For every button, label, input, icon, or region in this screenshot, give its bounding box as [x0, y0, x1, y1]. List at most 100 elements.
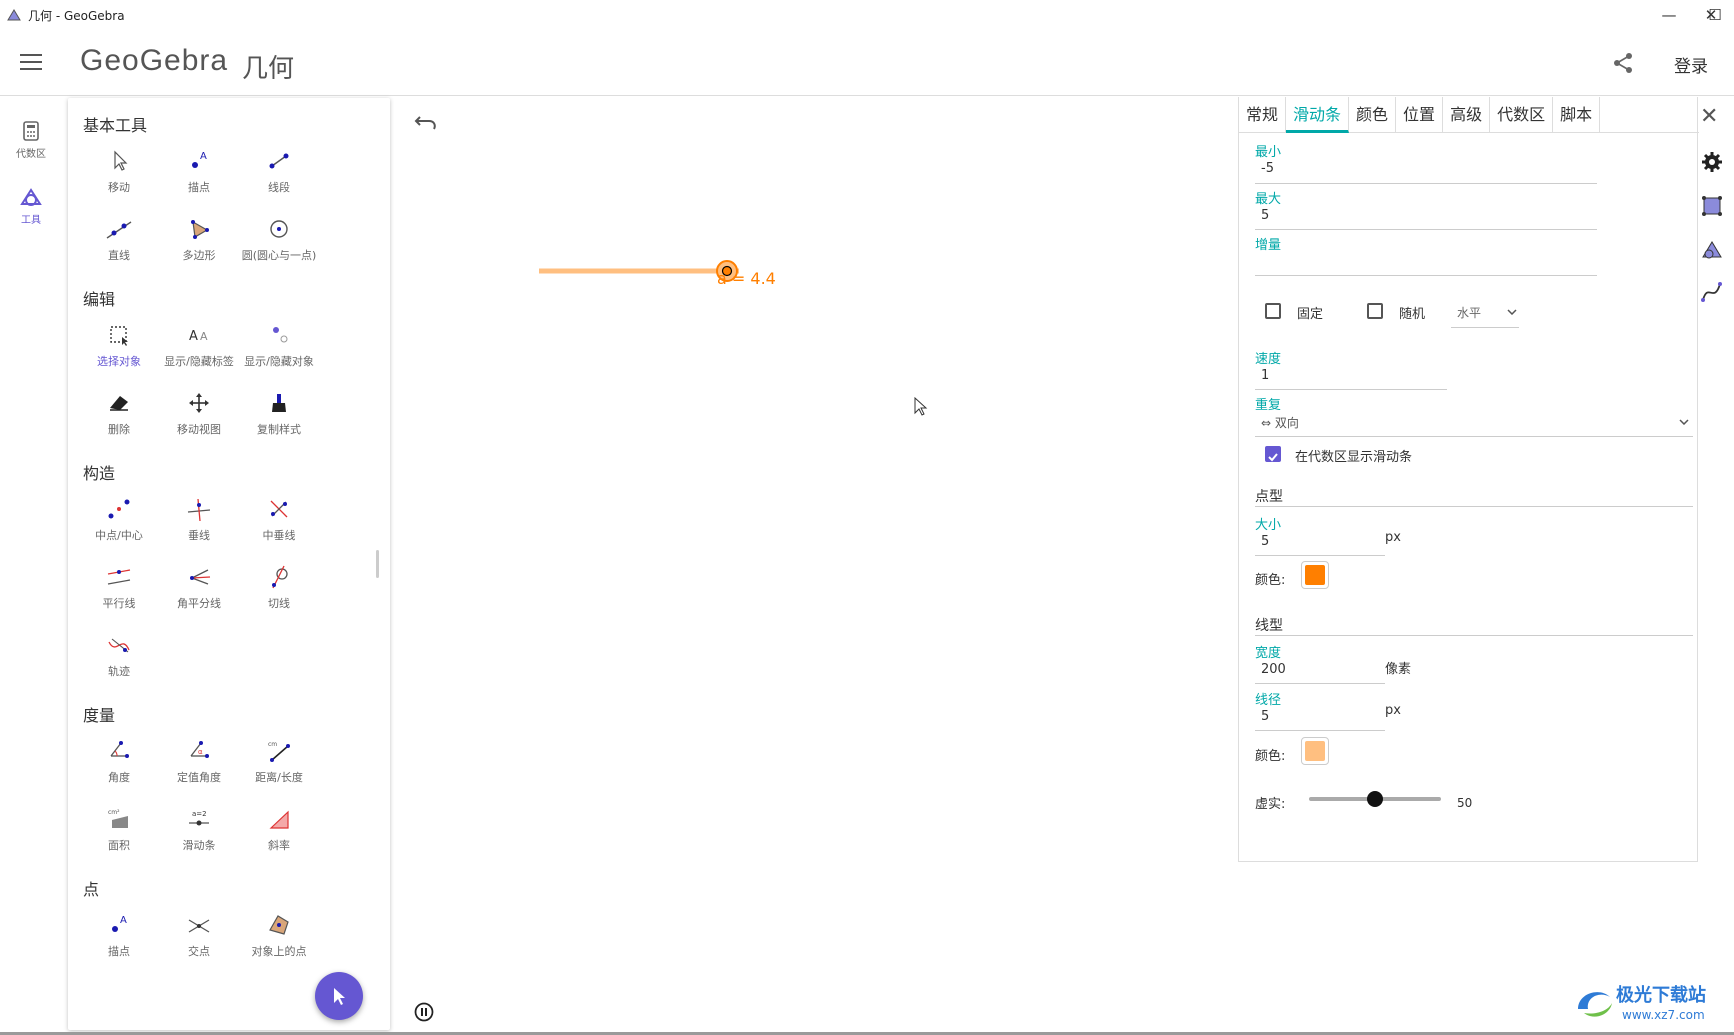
rail-tools[interactable]: 工具 — [0, 187, 62, 226]
graphics-view[interactable]: a = 4.4 — [394, 97, 1237, 1032]
point-color-fill — [1305, 565, 1325, 585]
min-input[interactable]: -5 — [1261, 161, 1274, 176]
tool-label: 描点 — [188, 181, 210, 194]
opacity-slider-thumb[interactable] — [1367, 791, 1383, 807]
rail-algebra[interactable]: 代数区 — [0, 121, 62, 160]
graphics-view-icon[interactable] — [1700, 194, 1724, 218]
tool-polygon[interactable]: 多边形 — [158, 214, 240, 263]
function-curve-icon[interactable] — [1700, 280, 1724, 304]
repeat-label: 重复 — [1255, 398, 1282, 413]
tool-label: 直线 — [108, 249, 130, 262]
close-window-button[interactable]: ✕ — [1688, 0, 1734, 30]
svg-text:A: A — [200, 330, 208, 343]
point-color-label: 颜色: — [1255, 573, 1286, 588]
tab-position[interactable]: 位置 — [1396, 97, 1444, 133]
watermark-url: www.xz7.com — [1622, 1008, 1705, 1022]
tool-tangents[interactable]: 切线 — [238, 562, 320, 611]
fixed-checkbox[interactable] — [1265, 303, 1281, 319]
checkmark-icon — [1268, 453, 1278, 462]
tool-point-2[interactable]: A 描点 — [78, 910, 160, 959]
minimize-button-2 — [1600, 0, 1646, 30]
tab-color[interactable]: 颜色 — [1349, 97, 1397, 133]
tab-slider[interactable]: 滑动条 — [1286, 97, 1350, 133]
tool-angle[interactable]: 角度 — [78, 736, 160, 785]
section-measure: 度量 — [83, 706, 116, 725]
tool-slider[interactable]: a=2 滑动条 — [158, 804, 240, 853]
tool-label: 显示/隐藏标签 — [164, 355, 234, 368]
gear-icon[interactable] — [1700, 150, 1724, 174]
share-icon[interactable] — [1612, 52, 1634, 74]
thickness-underline — [1255, 730, 1385, 731]
tool-perpendicular-bisector[interactable]: 中垂线 — [238, 494, 320, 543]
tool-slope[interactable]: 斜率 — [238, 804, 320, 853]
tool-intersect[interactable]: 交点 — [158, 910, 240, 959]
label-icon: AA — [189, 329, 208, 344]
perpendicular-icon — [187, 498, 211, 522]
show-in-algebra-checkbox[interactable] — [1265, 446, 1281, 462]
show-in-algebra-label: 在代数区显示滑动条 — [1295, 450, 1413, 465]
size-input[interactable]: 5 — [1261, 534, 1269, 549]
fixed-label: 固定 — [1297, 307, 1324, 322]
tab-scripting[interactable]: 脚本 — [1553, 97, 1601, 133]
circle-icon — [270, 220, 288, 238]
tool-copy-style[interactable]: 复制样式 — [238, 388, 320, 437]
svg-text:A: A — [200, 151, 207, 162]
tool-label: 中点/中心 — [95, 529, 143, 542]
tool-parallel[interactable]: 平行线 — [78, 562, 160, 611]
minimize-button[interactable]: — — [1646, 0, 1692, 30]
tool-show-hide-object[interactable]: 显示/隐藏对象 — [238, 320, 320, 369]
max-input[interactable]: 5 — [1261, 208, 1269, 223]
calculator-icon — [23, 121, 39, 141]
tool-area[interactable]: cm² 面积 — [78, 804, 160, 853]
tab-general[interactable]: 常规 — [1239, 97, 1287, 133]
line-style-heading: 线型 — [1255, 618, 1283, 634]
slider-label[interactable]: a = 4.4 — [717, 269, 776, 288]
tool-distance[interactable]: cm 距离/长度 — [238, 736, 320, 785]
tool-perpendicular[interactable]: 垂线 — [158, 494, 240, 543]
tools-scrollbar[interactable] — [376, 550, 379, 578]
section-edit: 编辑 — [83, 290, 116, 309]
left-rail: 代数区 工具 — [0, 97, 62, 1035]
close-properties-button[interactable]: ✕ — [1700, 104, 1718, 129]
shapes-icon[interactable] — [1700, 238, 1724, 262]
tool-label: 显示/隐藏对象 — [244, 355, 314, 368]
login-button[interactable]: 登录 — [1674, 52, 1708, 77]
line-icon — [106, 221, 132, 239]
tab-algebra[interactable]: 代数区 — [1490, 97, 1554, 133]
tool-point-on-object[interactable]: 对象上的点 — [238, 910, 320, 959]
tool-delete[interactable]: 删除 — [78, 388, 160, 437]
repeat-dropdown[interactable]: ⇔ 双向 — [1261, 414, 1299, 431]
parallel-icon — [107, 569, 131, 585]
arrow-cursor-icon — [334, 988, 345, 1005]
pause-icon[interactable] — [414, 1002, 434, 1022]
properties-tabs: 常规 滑动条 颜色 位置 高级 代数区 脚本 — [1239, 97, 1699, 133]
tool-locus[interactable]: 轨迹 — [78, 630, 160, 679]
tool-circle[interactable]: 圆(圆心与一点) — [238, 214, 320, 263]
orientation-dropdown[interactable]: 水平 — [1457, 304, 1481, 321]
line-color-swatch[interactable] — [1301, 737, 1329, 765]
tool-segment[interactable]: 线段 — [238, 146, 320, 195]
tool-move-view[interactable]: 移动视图 — [158, 388, 240, 437]
point-style-divider — [1255, 506, 1693, 507]
width-input[interactable]: 200 — [1261, 662, 1286, 677]
random-checkbox[interactable] — [1367, 303, 1383, 319]
repeat-underline — [1255, 436, 1693, 437]
tool-line[interactable]: 直线 — [78, 214, 160, 263]
move-tool-fab[interactable] — [315, 972, 363, 1020]
tab-advanced[interactable]: 高级 — [1443, 97, 1491, 133]
chevron-down-icon[interactable] — [1507, 309, 1517, 315]
tool-select[interactable]: 选择对象 — [78, 320, 160, 369]
point-color-swatch[interactable] — [1301, 561, 1329, 589]
tool-angle-given-size[interactable]: α 定值角度 — [158, 736, 240, 785]
menu-icon[interactable] — [20, 54, 42, 72]
angle-bisector-icon — [190, 569, 211, 585]
chevron-down-icon[interactable] — [1679, 419, 1689, 425]
tool-move[interactable]: 移动 — [78, 146, 160, 195]
thickness-input[interactable]: 5 — [1261, 709, 1269, 724]
tool-midpoint[interactable]: 中点/中心 — [78, 494, 160, 543]
tool-show-hide-label[interactable]: AA 显示/隐藏标签 — [158, 320, 240, 369]
tool-angle-bisector[interactable]: 角平分线 — [158, 562, 240, 611]
speed-input[interactable]: 1 — [1261, 368, 1269, 383]
slope-icon — [269, 810, 289, 829]
tool-point[interactable]: A 描点 — [158, 146, 240, 195]
